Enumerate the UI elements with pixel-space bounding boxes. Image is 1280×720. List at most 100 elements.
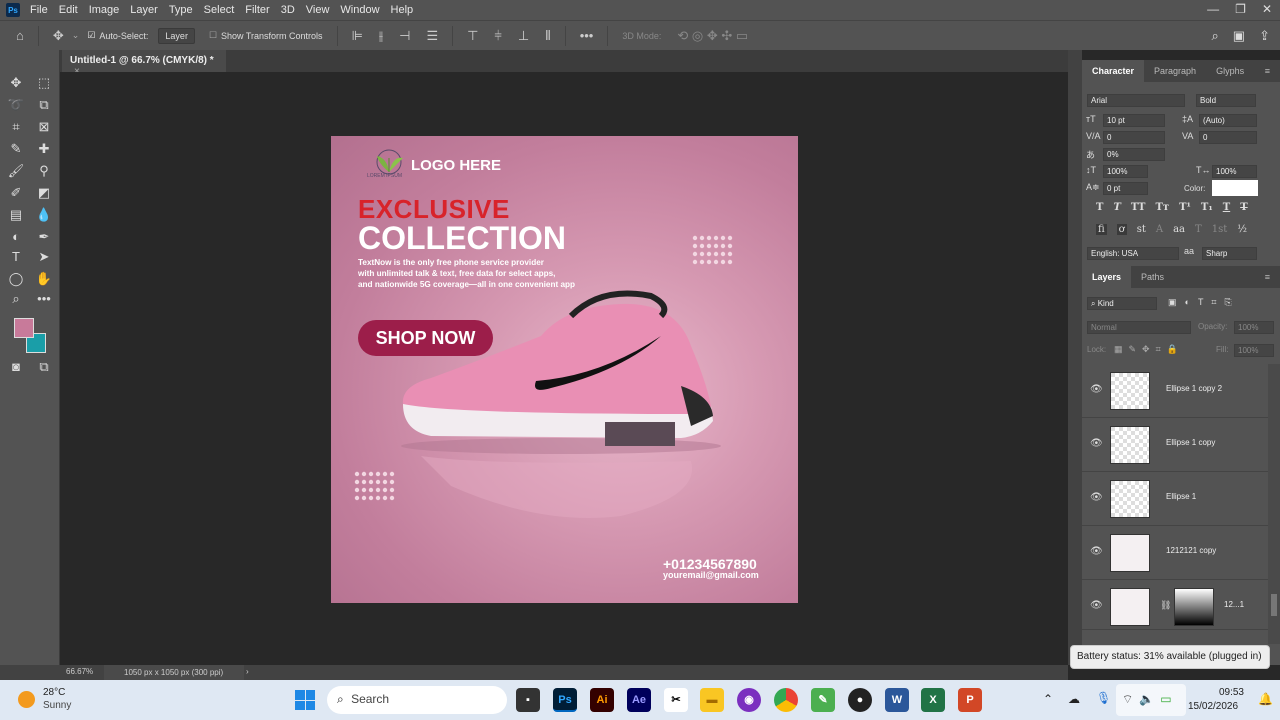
powerpoint-taskbar-icon[interactable]: P bbox=[958, 688, 982, 712]
align-middle-icon[interactable]: ⫩ bbox=[494, 28, 501, 44]
auto-select-dropdown[interactable]: Layer bbox=[158, 27, 195, 44]
tab-character[interactable]: Character bbox=[1082, 60, 1145, 82]
more-tools-icon[interactable]: ••• bbox=[34, 290, 54, 308]
quick-mask-icon[interactable]: ◙ bbox=[6, 358, 26, 376]
brush-tool-icon[interactable]: 🖌 bbox=[6, 162, 26, 180]
auto-select-checkbox[interactable]: ☑ bbox=[87, 30, 95, 41]
horizontal-scale-field[interactable]: 100% bbox=[1212, 165, 1257, 178]
menu-window[interactable]: Window bbox=[340, 4, 379, 16]
task-view-icon[interactable]: ▪ bbox=[516, 688, 540, 712]
small-caps-button[interactable]: Tт bbox=[1155, 202, 1169, 213]
show-hidden-icons-chevron[interactable]: ⌃ bbox=[1043, 692, 1053, 706]
tab-paths[interactable]: Paths bbox=[1131, 272, 1174, 282]
illustrator-taskbar-icon[interactable]: Ai bbox=[590, 688, 614, 712]
screen-mode-icon[interactable]: ⧉ bbox=[34, 358, 54, 376]
microphone-icon[interactable]: 🎙 bbox=[1096, 691, 1111, 705]
strikethrough-button[interactable]: T bbox=[1240, 202, 1247, 213]
fractions-button[interactable]: ½ bbox=[1237, 224, 1247, 235]
stylistic-alternates-button[interactable]: aa bbox=[1173, 224, 1185, 235]
visibility-eye-icon[interactable]: 👁 bbox=[1090, 600, 1103, 611]
faux-bold-button[interactable]: T bbox=[1096, 202, 1103, 213]
transform-checkbox[interactable]: ☐ bbox=[209, 30, 217, 41]
chevron-down-icon[interactable]: ⌄ bbox=[72, 30, 80, 41]
blur-tool-icon[interactable]: 💧 bbox=[34, 206, 54, 224]
more-options-icon[interactable]: ••• bbox=[580, 28, 594, 43]
menu-select[interactable]: Select bbox=[204, 4, 235, 16]
zoom-tool-icon[interactable]: ⌕ bbox=[6, 290, 26, 308]
layer-row[interactable]: 👁 ⛓ 12...1 bbox=[1082, 580, 1268, 630]
tsume-field[interactable]: 0% bbox=[1103, 148, 1165, 161]
weather-sun-icon[interactable] bbox=[18, 691, 35, 708]
tab-glyphs[interactable]: Glyphs bbox=[1206, 66, 1254, 76]
menu-view[interactable]: View bbox=[306, 4, 330, 16]
fill-field[interactable]: 100% bbox=[1234, 344, 1274, 357]
gradient-tool-icon[interactable]: ▤ bbox=[6, 206, 26, 224]
photoshop-taskbar-icon[interactable]: Ps bbox=[553, 688, 577, 712]
faux-italic-button[interactable]: T bbox=[1113, 202, 1120, 213]
layer-row[interactable]: 👁 Ellipse 1 bbox=[1082, 472, 1268, 526]
foreground-color-swatch[interactable] bbox=[14, 318, 34, 338]
visibility-eye-icon[interactable]: 👁 bbox=[1090, 492, 1103, 503]
layer-row[interactable]: 👁 Ellipse 1 copy 2 bbox=[1082, 364, 1268, 418]
frame-tool-icon[interactable]: ⊠ bbox=[34, 118, 54, 136]
workspace-icon[interactable]: ▣ bbox=[1233, 28, 1245, 44]
leading-field[interactable]: (Auto) bbox=[1199, 114, 1257, 127]
titling-button[interactable]: T bbox=[1195, 224, 1202, 235]
layer-filter-dropdown[interactable]: ⌕ Kind bbox=[1087, 297, 1157, 310]
dodge-tool-icon[interactable]: ◐ bbox=[6, 228, 26, 246]
swash-button[interactable]: A bbox=[1156, 224, 1163, 235]
taskbar-search[interactable]: ⌕ Search bbox=[327, 686, 507, 714]
app-taskbar-icon[interactable]: ✎ bbox=[811, 688, 835, 712]
marquee-tool-icon[interactable]: ⬚ bbox=[34, 74, 54, 92]
file-explorer-icon[interactable]: ▬ bbox=[700, 688, 724, 712]
eraser-tool-icon[interactable]: ◩ bbox=[34, 184, 54, 202]
windows-start-icon[interactable] bbox=[295, 690, 315, 710]
panel-menu-icon[interactable]: ≡ bbox=[1255, 272, 1280, 282]
lasso-tool-icon[interactable]: ➰ bbox=[6, 96, 26, 114]
temperature[interactable]: 28°C bbox=[43, 687, 65, 698]
object-select-tool-icon[interactable]: ⧉ bbox=[34, 96, 54, 114]
share-icon[interactable]: ⇪ bbox=[1259, 28, 1270, 44]
minimize-icon[interactable]: — bbox=[1207, 2, 1219, 16]
menu-edit[interactable]: Edit bbox=[59, 4, 78, 16]
layer-row[interactable]: 👁 Ellipse 1 copy bbox=[1082, 418, 1268, 472]
pen-tool-icon[interactable]: ✒ bbox=[34, 228, 54, 246]
font-size-field[interactable]: 10 pt bbox=[1103, 114, 1165, 127]
baseline-shift-field[interactable]: 0 pt bbox=[1103, 182, 1148, 195]
menu-image[interactable]: Image bbox=[89, 4, 120, 16]
menu-type[interactable]: Type bbox=[169, 4, 193, 16]
menu-layer[interactable]: Layer bbox=[130, 4, 158, 16]
visibility-eye-icon[interactable]: 👁 bbox=[1090, 384, 1103, 395]
align-bottom-icon[interactable]: ⊥ bbox=[518, 28, 529, 44]
opacity-field[interactable]: 100% bbox=[1234, 321, 1274, 334]
app-taskbar-icon[interactable]: ◉ bbox=[737, 688, 761, 712]
tab-paragraph[interactable]: Paragraph bbox=[1144, 66, 1206, 76]
subscript-button[interactable]: T₁ bbox=[1201, 202, 1213, 213]
close-icon[interactable]: ✕ bbox=[1262, 2, 1272, 16]
visibility-eye-icon[interactable]: 👁 bbox=[1090, 438, 1103, 449]
font-style-dropdown[interactable]: Bold bbox=[1196, 94, 1256, 107]
all-caps-button[interactable]: TT bbox=[1131, 202, 1146, 213]
text-color-swatch[interactable] bbox=[1212, 180, 1258, 196]
path-select-icon[interactable]: ➤ bbox=[34, 248, 54, 266]
status-expand-icon[interactable]: › bbox=[246, 667, 249, 676]
layer-mask-thumbnail[interactable] bbox=[1174, 588, 1214, 626]
document-size[interactable]: 1050 px x 1050 px (300 ppi) bbox=[104, 665, 244, 680]
zoom-level[interactable]: 66.67% bbox=[66, 667, 93, 676]
eyedropper-tool-icon[interactable]: ✎ bbox=[6, 140, 26, 158]
onedrive-icon[interactable]: ☁ bbox=[1068, 692, 1080, 706]
tracking-field[interactable]: 0 bbox=[1199, 131, 1257, 144]
home-icon[interactable]: ⌂ bbox=[16, 28, 24, 43]
menu-help[interactable]: Help bbox=[391, 4, 414, 16]
search-icon[interactable]: ⌕ bbox=[1212, 28, 1219, 44]
antialias-dropdown[interactable]: Sharp bbox=[1202, 247, 1257, 260]
tab-layers[interactable]: Layers bbox=[1082, 266, 1132, 288]
blend-mode-dropdown[interactable]: Normal bbox=[1087, 321, 1191, 334]
healing-tool-icon[interactable]: ✚ bbox=[34, 140, 54, 158]
discretionary-ligatures-button[interactable]: st bbox=[1137, 224, 1146, 235]
crop-tool-icon[interactable]: ⌗ bbox=[6, 118, 26, 136]
lock-icons[interactable]: ▦✎✥⌗🔒 bbox=[1114, 344, 1184, 355]
vertical-scale-field[interactable]: 100% bbox=[1103, 165, 1148, 178]
move-tool-icon[interactable]: ✥ bbox=[6, 74, 26, 92]
layer-filter-icons[interactable]: ▣◐T⌗⎘ bbox=[1168, 297, 1240, 308]
